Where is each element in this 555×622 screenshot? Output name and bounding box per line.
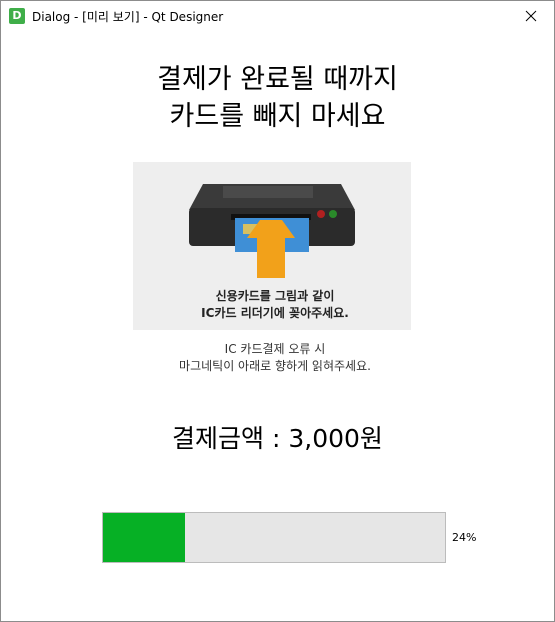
title-bar[interactable]: D Dialog - [미리 보기] - Qt Designer bbox=[1, 1, 554, 31]
close-icon bbox=[525, 10, 537, 22]
guide-text-line-2: IC카드 리더기에 꽂아주세요. bbox=[201, 306, 349, 320]
payment-amount-label: 결제금액 : 3,000원 bbox=[172, 424, 383, 453]
card-insert-guide-image: 신용카드를 그림과 같이 IC카드 리더기에 꽂아주세요. IC 카드결제 오류… bbox=[115, 149, 435, 385]
guide-text-line-3: IC 카드결제 오류 시 bbox=[224, 342, 326, 356]
close-button[interactable] bbox=[508, 1, 554, 31]
progress-bar-fill bbox=[103, 513, 186, 562]
dialog-window: D Dialog - [미리 보기] - Qt Designer 결제가 완료될… bbox=[0, 0, 555, 622]
window-title: Dialog - [미리 보기] - Qt Designer bbox=[32, 10, 224, 24]
guide-text-line-4: 마그네틱이 아래로 향하게 읽혀주세요. bbox=[179, 359, 371, 373]
progress-percent-label: 24% bbox=[452, 531, 477, 544]
qt-designer-app-icon: D bbox=[9, 8, 25, 24]
progress-bar bbox=[102, 512, 446, 563]
guide-text-line-1: 신용카드를 그림과 같이 bbox=[215, 289, 335, 303]
heading-line-1: 결제가 완료될 때까지 bbox=[157, 64, 398, 95]
instruction-heading: 결제가 완료될 때까지 카드를 빼지 마세요 bbox=[1, 61, 554, 135]
heading-line-2: 카드를 빼지 마세요 bbox=[169, 101, 386, 132]
